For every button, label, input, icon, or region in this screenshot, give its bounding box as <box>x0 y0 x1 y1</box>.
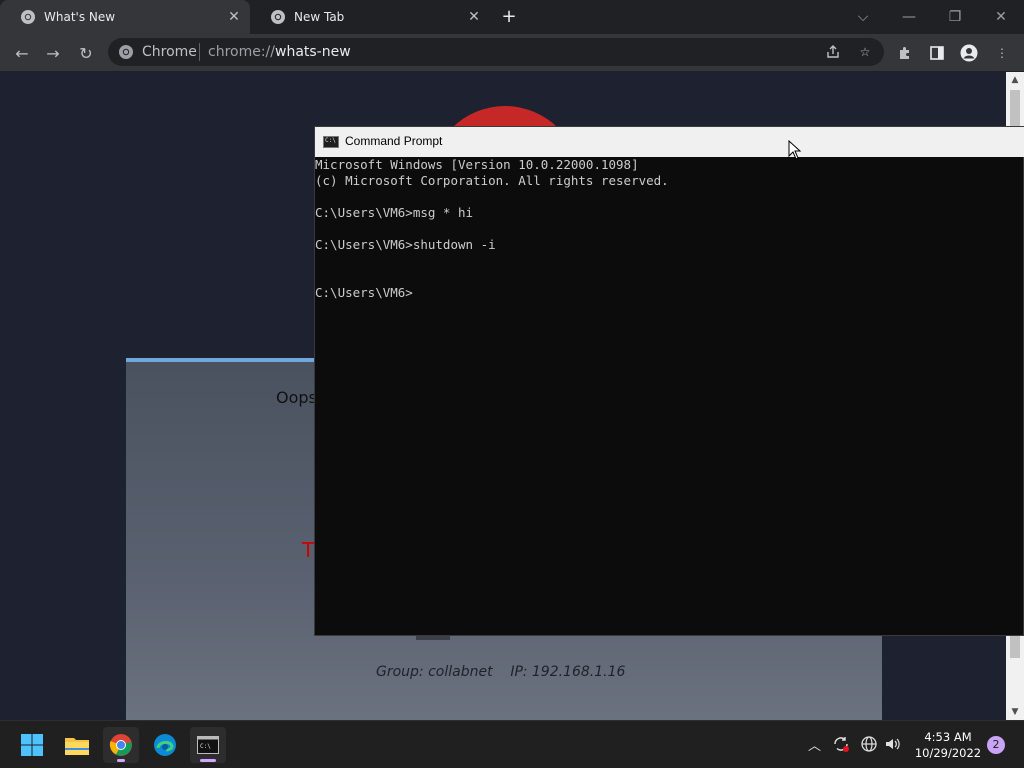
file-explorer-folder-icon[interactable] <box>59 727 95 763</box>
close-tab-icon[interactable]: ✕ <box>226 9 242 25</box>
scroll-up-arrow-icon[interactable]: ▲ <box>1006 72 1024 88</box>
profile-avatar-icon[interactable] <box>956 40 982 66</box>
tab-search-chevron-icon[interactable]: ⌵ <box>840 0 886 34</box>
network-globe-icon[interactable] <box>860 735 878 757</box>
cmd-window-icon: C:\ <box>323 136 339 148</box>
terminal-prompt-line[interactable]: C:\Users\VM6> <box>315 285 1015 301</box>
show-hidden-icons-chevron-icon[interactable]: ︿ <box>808 735 821 754</box>
dialog-group-ip-text: Group: collabnet IP: 192.168.1.16 <box>376 664 626 680</box>
close-window-icon[interactable]: ✕ <box>978 0 1024 34</box>
back-arrow-icon[interactable]: ← <box>9 40 35 66</box>
windows-taskbar: C:\ ︿ 4:53 AM 10/29/2022 2 <box>0 720 1024 768</box>
url-text: chrome://whats-new <box>208 44 351 60</box>
command-prompt-window[interactable]: C:\ Command Prompt Microsoft Windows [Ve… <box>314 126 1024 636</box>
browser-tab-strip: What's New ✕ New Tab ✕ + ⌵ — ❐ ✕ <box>0 0 1024 34</box>
site-label: Chrome <box>142 44 197 60</box>
more-menu-icon[interactable]: ⋮ <box>989 40 1015 66</box>
running-indicator <box>200 759 216 762</box>
svg-text:C:\: C:\ <box>200 743 211 750</box>
chrome-favicon-icon <box>271 10 285 24</box>
notification-count-badge[interactable]: 2 <box>987 736 1005 754</box>
terminal-taskbar-icon[interactable]: C:\ <box>190 727 226 763</box>
forward-arrow-icon[interactable]: → <box>40 40 66 66</box>
browser-toolbar: ← → ↻ Chrome chrome://whats-new ☆ ⋮ <box>0 34 1024 72</box>
close-tab-icon[interactable]: ✕ <box>466 9 482 25</box>
start-button-windows-icon[interactable] <box>14 727 50 763</box>
tab-new-tab[interactable]: New Tab ✕ <box>250 0 490 34</box>
clock-date: 10/29/2022 <box>914 746 982 760</box>
extensions-puzzle-icon[interactable] <box>892 40 918 66</box>
bookmark-star-icon[interactable]: ☆ <box>852 39 878 65</box>
taskbar-clock[interactable]: 4:53 AM 10/29/2022 <box>906 729 990 761</box>
tab-whats-new[interactable]: What's New ✕ <box>0 0 250 34</box>
minimize-icon[interactable]: — <box>886 0 932 34</box>
terminal-line: C:\Users\VM6>shutdown -i <box>315 237 496 252</box>
terminal-line: Microsoft Windows [Version 10.0.22000.10… <box>315 157 639 172</box>
window-title: Command Prompt <box>345 134 443 148</box>
share-icon[interactable] <box>820 39 846 65</box>
chrome-taskbar-icon[interactable] <box>103 727 139 763</box>
scroll-down-arrow-icon[interactable]: ▼ <box>1006 704 1024 720</box>
restore-icon[interactable]: ❐ <box>932 0 978 34</box>
clock-time: 4:53 AM <box>924 730 972 744</box>
volume-speaker-icon[interactable] <box>884 735 902 757</box>
address-bar[interactable]: Chrome chrome://whats-new ☆ <box>108 38 884 66</box>
new-tab-plus-icon[interactable]: + <box>498 6 520 28</box>
terminal-line: C:\Users\VM6>msg * hi <box>315 205 474 220</box>
mouse-pointer-icon <box>788 140 802 160</box>
omnibox-divider <box>199 43 200 61</box>
tab-title: New Tab <box>294 10 345 24</box>
tab-title: What's New <box>44 10 116 24</box>
running-indicator <box>117 759 125 762</box>
edge-taskbar-icon[interactable] <box>147 727 183 763</box>
terminal-line: (c) Microsoft Corporation. All rights re… <box>315 173 669 188</box>
terminal-output[interactable]: Microsoft Windows [Version 10.0.22000.10… <box>315 157 1015 627</box>
chrome-favicon-icon <box>21 10 35 24</box>
dialog-heading: Oops <box>276 388 317 407</box>
sync-update-icon[interactable] <box>832 735 850 757</box>
scroll-thumb[interactable] <box>1010 90 1020 130</box>
reload-icon[interactable]: ↻ <box>73 40 99 66</box>
chrome-site-icon <box>119 45 133 59</box>
dialog-red-text: T <box>302 538 315 562</box>
command-prompt-titlebar[interactable]: C:\ Command Prompt <box>315 127 1024 157</box>
side-panel-icon[interactable] <box>924 40 950 66</box>
